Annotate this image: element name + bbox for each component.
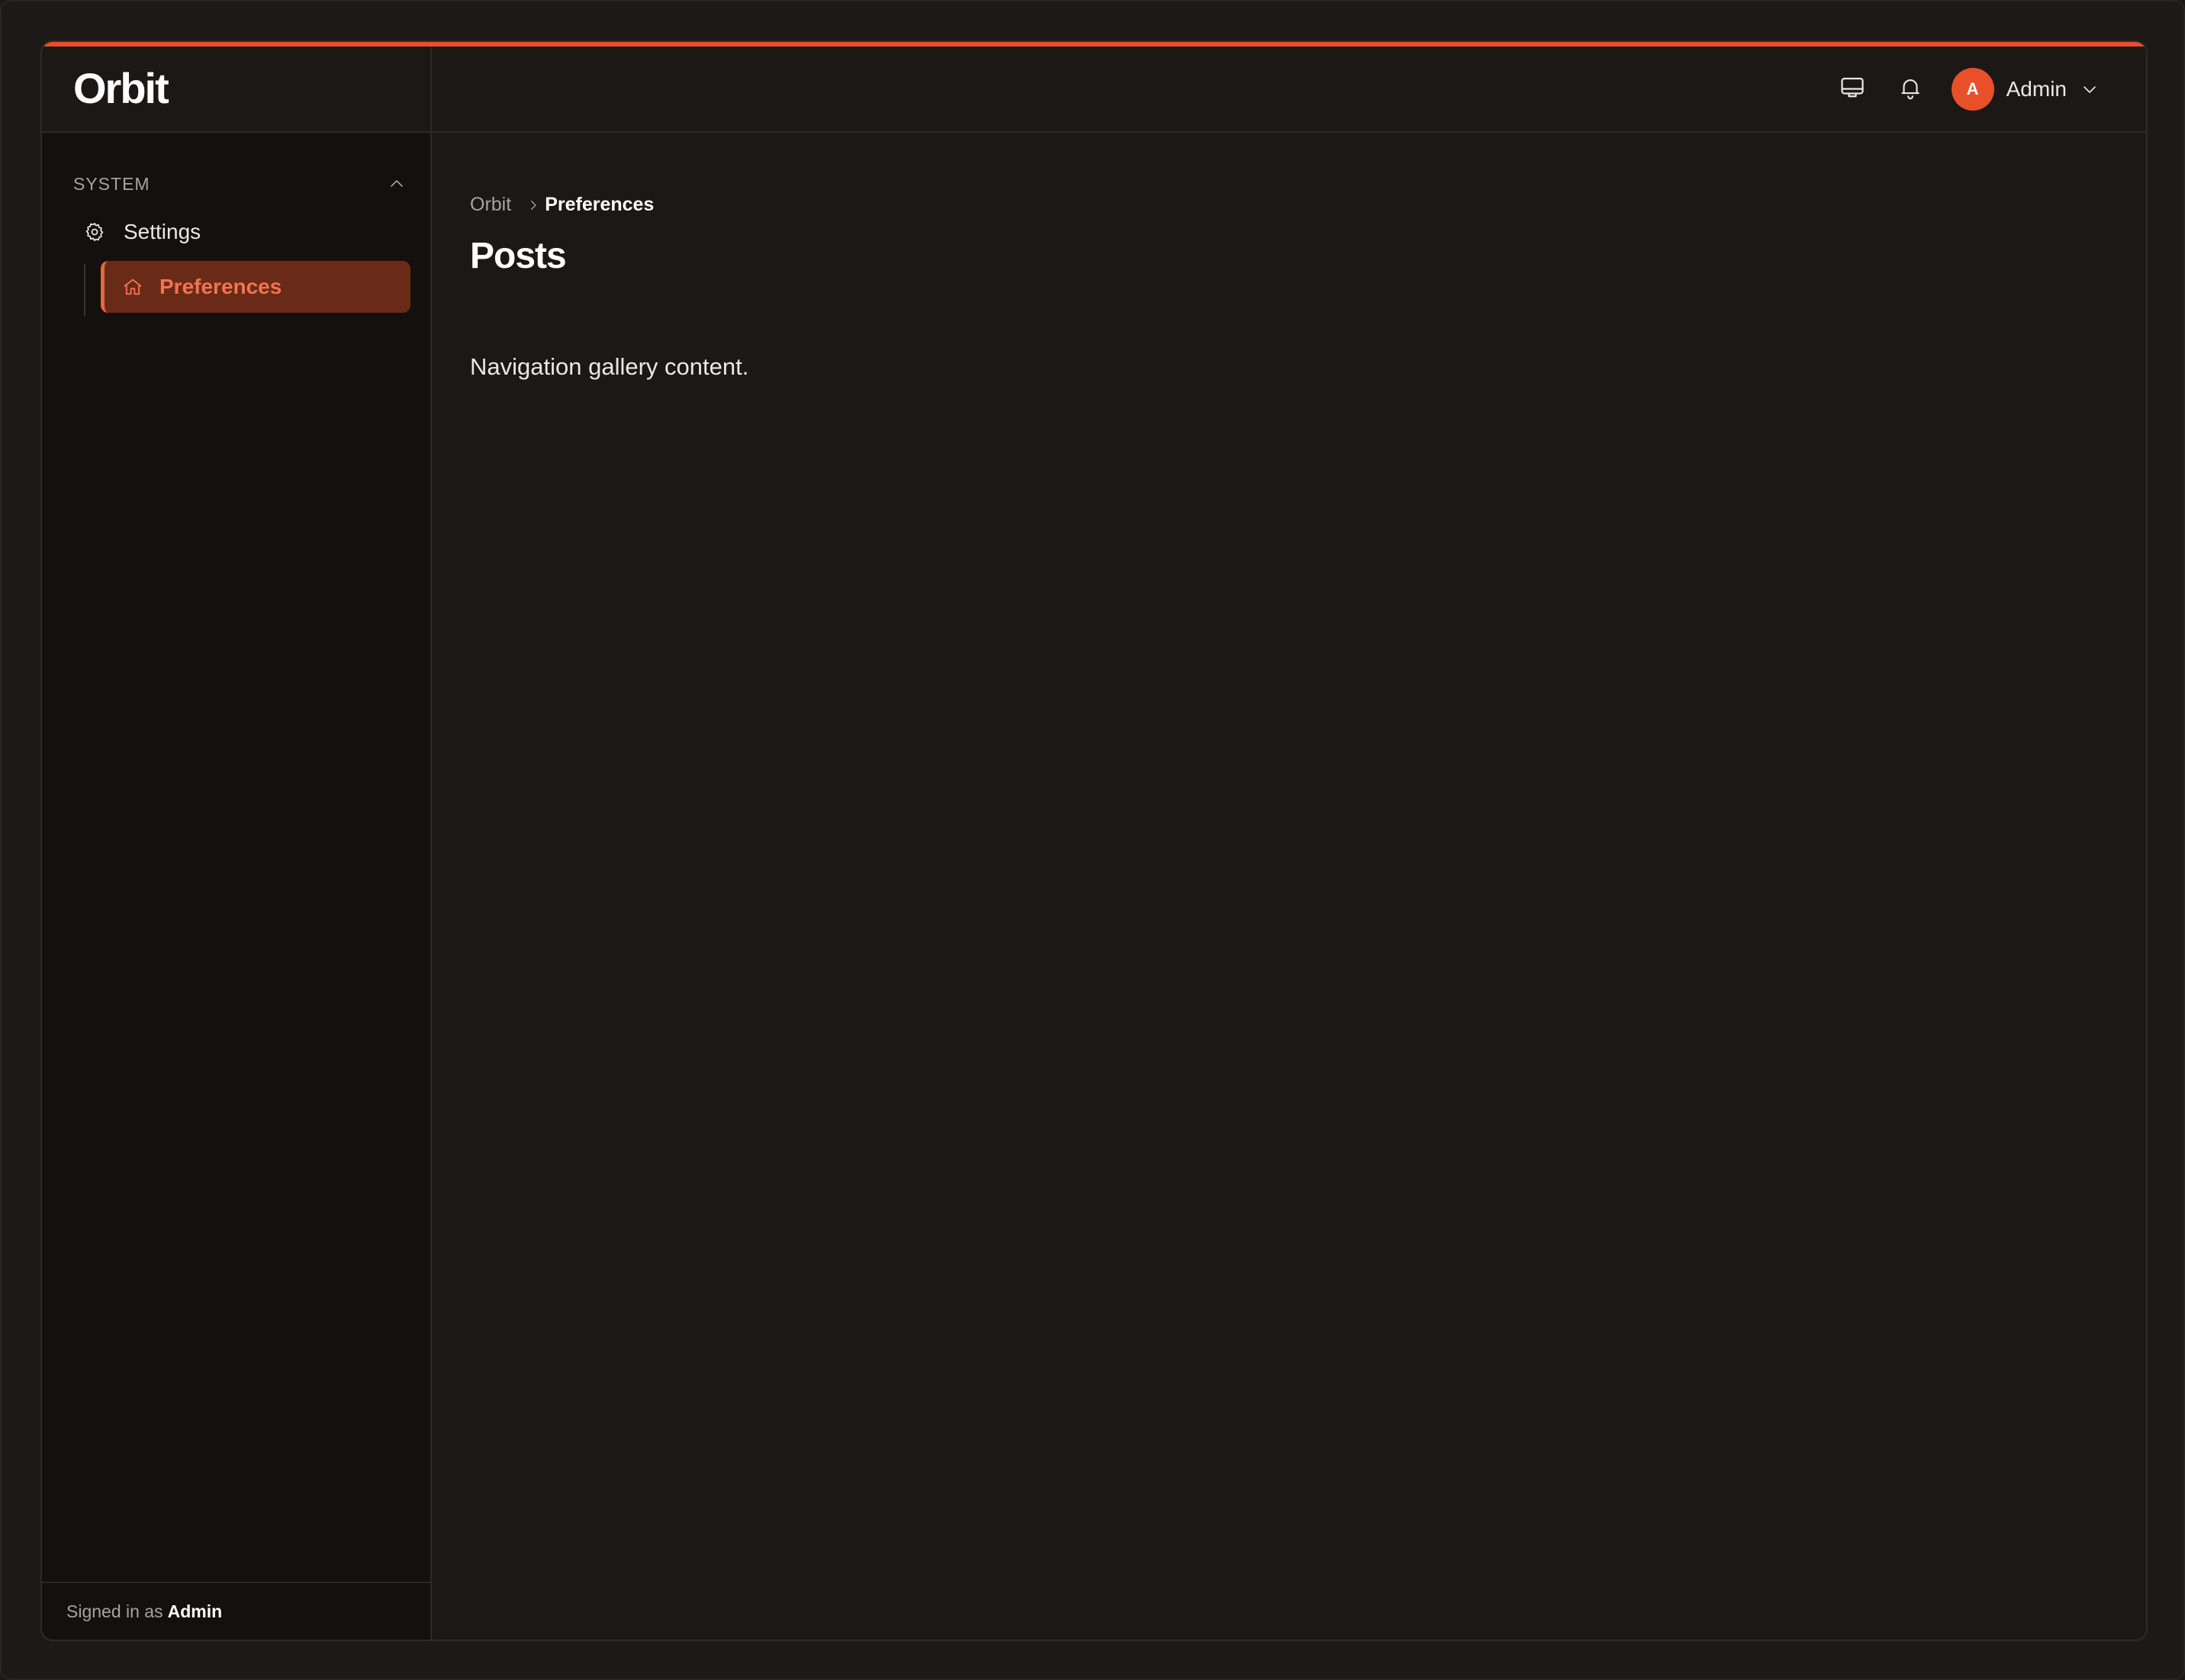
subnav-rail	[84, 264, 85, 316]
chevron-down-icon	[2079, 79, 2100, 100]
topbar-actions: A Admin	[1816, 66, 2100, 112]
signed-in-user: Admin	[167, 1601, 223, 1621]
brand-area: Orbit	[42, 47, 430, 133]
chevron-right-icon	[525, 197, 542, 214]
sidebar-item-preferences[interactable]: Preferences	[101, 261, 410, 313]
main-content: Orbit Preferences Posts Navigation galle…	[432, 134, 2146, 1640]
notifications-button[interactable]	[1889, 68, 1932, 111]
app-window: Orbit SYSTEM Settings Preferences Signed…	[40, 40, 2148, 1641]
sidebar-item-label: Settings	[124, 220, 201, 243]
chevron-up-icon	[385, 172, 409, 196]
sidebar: Orbit SYSTEM Settings Preferences Signed…	[42, 47, 432, 1640]
brand-logo[interactable]: Orbit	[73, 63, 169, 113]
nav-group-system-toggle[interactable]: SYSTEM	[73, 169, 409, 199]
signed-in-prefix: Signed in as	[66, 1601, 163, 1621]
breadcrumb-current: Preferences	[545, 194, 655, 215]
monitor-icon	[1839, 74, 1866, 105]
page-body-text: Navigation gallery content.	[470, 353, 749, 380]
screen-frame: Orbit SYSTEM Settings Preferences Signed…	[0, 0, 2185, 1680]
bell-icon	[1897, 75, 1923, 105]
page-title: Posts	[470, 236, 567, 276]
user-name: Admin	[2006, 77, 2067, 101]
user-menu[interactable]: A Admin	[1951, 68, 2100, 111]
sidebar-item-label: Preferences	[159, 275, 282, 298]
avatar: A	[1951, 68, 1994, 111]
sidebar-item-settings[interactable]: Settings	[81, 211, 409, 253]
breadcrumb-root-link[interactable]: Orbit	[470, 194, 511, 216]
gear-icon	[81, 218, 108, 246]
sidebar-footer: Signed in as Admin	[42, 1582, 430, 1640]
display-mode-button[interactable]	[1831, 68, 1874, 111]
breadcrumb: Orbit Preferences	[470, 194, 654, 216]
topbar: A Admin	[432, 47, 2146, 133]
nav-group-label: SYSTEM	[73, 173, 150, 194]
home-icon	[119, 273, 146, 301]
